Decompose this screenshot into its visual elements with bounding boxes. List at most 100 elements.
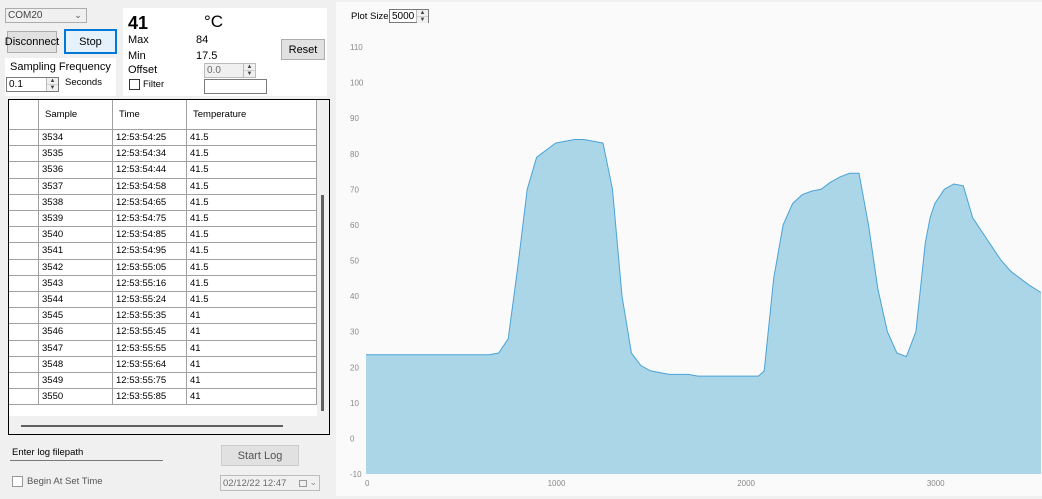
table-cell[interactable]: 12:53:54:95 [113,243,187,259]
table-cell[interactable]: 3537 [39,178,113,194]
table-row[interactable]: 3536 12:53:54:44 41.5 [9,162,317,179]
table-cell[interactable]: 3535 [39,146,113,162]
start-log-button[interactable]: Start Log [221,445,299,466]
table-cell[interactable]: 41.5 [187,211,317,227]
table-cell[interactable]: 41.5 [187,130,317,146]
begin-at-set-time-checkbox[interactable] [12,476,23,487]
table-cell[interactable]: 41.5 [187,162,317,178]
table-cell[interactable]: 12:53:55:45 [113,324,187,340]
table-cell[interactable]: 12:53:54:34 [113,146,187,162]
data-grid[interactable]: Sample Time Temperature 3534 12:53:54:25 41.5… [8,99,330,435]
table-cell[interactable]: 41 [187,373,317,389]
row-header-cell[interactable] [9,194,39,210]
column-header[interactable]: Sample [39,100,113,129]
scrollbar-thumb[interactable] [21,425,283,427]
table-row[interactable]: 3538 12:53:54:65 41.5 [9,194,317,211]
table-cell[interactable]: 41.5 [187,146,317,162]
table-cell[interactable]: 41.5 [187,259,317,275]
column-header[interactable]: Temperature [187,100,317,129]
table-cell[interactable]: 3541 [39,243,113,259]
filter-input[interactable] [204,79,267,94]
table-cell[interactable]: 12:53:54:58 [113,178,187,194]
table-cell[interactable]: 3545 [39,308,113,324]
row-header-cell[interactable] [9,162,39,178]
table-row[interactable]: 3534 12:53:54:25 41.5 [9,130,317,147]
com-port-combo[interactable]: COM20 ⌄ [5,8,87,23]
table-cell[interactable]: 3538 [39,194,113,210]
table-cell[interactable]: 3540 [39,227,113,243]
plot-size-input[interactable]: 5000 ▲ ▼ [389,9,429,23]
table-cell[interactable]: 12:53:55:16 [113,275,187,291]
vertical-scrollbar[interactable] [317,100,329,416]
table-cell[interactable]: 12:53:54:85 [113,227,187,243]
table-cell[interactable]: 3542 [39,259,113,275]
table-row[interactable]: 3537 12:53:54:58 41.5 [9,178,317,195]
table-cell[interactable]: 3549 [39,373,113,389]
table-cell[interactable]: 41.5 [187,275,317,291]
table-row[interactable]: 3549 12:53:55:75 41 [9,373,317,390]
table-cell[interactable]: 12:53:55:85 [113,389,187,405]
row-header-cell[interactable] [9,178,39,194]
spin-down-icon[interactable]: ▼ [417,16,428,23]
table-cell[interactable]: 3543 [39,275,113,291]
spin-down-icon[interactable]: ▼ [47,84,58,91]
table-cell[interactable]: 3547 [39,340,113,356]
row-header-cell[interactable] [9,308,39,324]
row-header-cell[interactable] [9,259,39,275]
table-cell[interactable]: 3539 [39,211,113,227]
table-cell[interactable]: 12:53:55:35 [113,308,187,324]
row-header-cell[interactable] [9,275,39,291]
table-cell[interactable]: 41.5 [187,194,317,210]
table-row[interactable]: 3545 12:53:55:35 41 [9,308,317,325]
column-header[interactable]: Time [113,100,187,129]
row-header-cell[interactable] [9,146,39,162]
table-row[interactable]: 3544 12:53:55:24 41.5 [9,292,317,309]
table-cell[interactable]: 41 [187,389,317,405]
table-row[interactable]: 3540 12:53:54:85 41.5 [9,227,317,244]
row-header-cell[interactable] [9,211,39,227]
row-header-cell[interactable] [9,324,39,340]
row-header-cell[interactable] [9,243,39,259]
table-cell[interactable]: 3546 [39,324,113,340]
table-cell[interactable]: 12:53:55:64 [113,356,187,372]
table-row[interactable]: 3546 12:53:55:45 41 [9,324,317,341]
table-row[interactable]: 3539 12:53:54:75 41.5 [9,211,317,228]
reset-button[interactable]: Reset [281,39,325,60]
table-row[interactable]: 3550 12:53:55:85 41 [9,389,317,406]
table-cell[interactable]: 3534 [39,130,113,146]
table-row[interactable]: 3547 12:53:55:55 41 [9,340,317,357]
table-cell[interactable]: 41 [187,340,317,356]
table-cell[interactable]: 3548 [39,356,113,372]
row-header-cell[interactable] [9,130,39,146]
table-cell[interactable]: 3544 [39,292,113,308]
sampling-frequency-input[interactable]: 0.1 ▲ ▼ [6,77,59,92]
table-cell[interactable]: 41.5 [187,178,317,194]
table-cell[interactable]: 12:53:55:55 [113,340,187,356]
table-cell[interactable]: 12:53:55:05 [113,259,187,275]
table-cell[interactable]: 12:53:54:65 [113,194,187,210]
table-row[interactable]: 3535 12:53:54:34 41.5 [9,146,317,163]
row-header-cell[interactable] [9,389,39,405]
row-header-cell[interactable] [9,356,39,372]
table-cell[interactable]: 12:53:54:44 [113,162,187,178]
row-header-cell[interactable] [9,340,39,356]
table-cell[interactable]: 12:53:54:25 [113,130,187,146]
table-cell[interactable]: 41 [187,308,317,324]
spin-down-icon[interactable]: ▼ [244,70,255,77]
table-cell[interactable]: 41 [187,356,317,372]
table-cell[interactable]: 3550 [39,389,113,405]
stop-button[interactable]: Stop [64,29,117,54]
offset-input[interactable]: 0.0 ▲ ▼ [204,63,256,78]
filter-checkbox[interactable] [129,79,140,90]
table-cell[interactable]: 41 [187,324,317,340]
disconnect-button[interactable]: Disconnect [5,31,59,53]
table-cell[interactable]: 3536 [39,162,113,178]
table-cell[interactable]: 12:53:55:75 [113,373,187,389]
table-cell[interactable]: 41.5 [187,292,317,308]
table-cell[interactable]: 41.5 [187,243,317,259]
table-cell[interactable]: 12:53:55:24 [113,292,187,308]
table-row[interactable]: 3548 12:53:55:64 41 [9,356,317,373]
table-row[interactable]: 3543 12:53:55:16 41.5 [9,275,317,292]
row-header-cell[interactable] [9,292,39,308]
horizontal-scrollbar[interactable] [9,420,317,432]
